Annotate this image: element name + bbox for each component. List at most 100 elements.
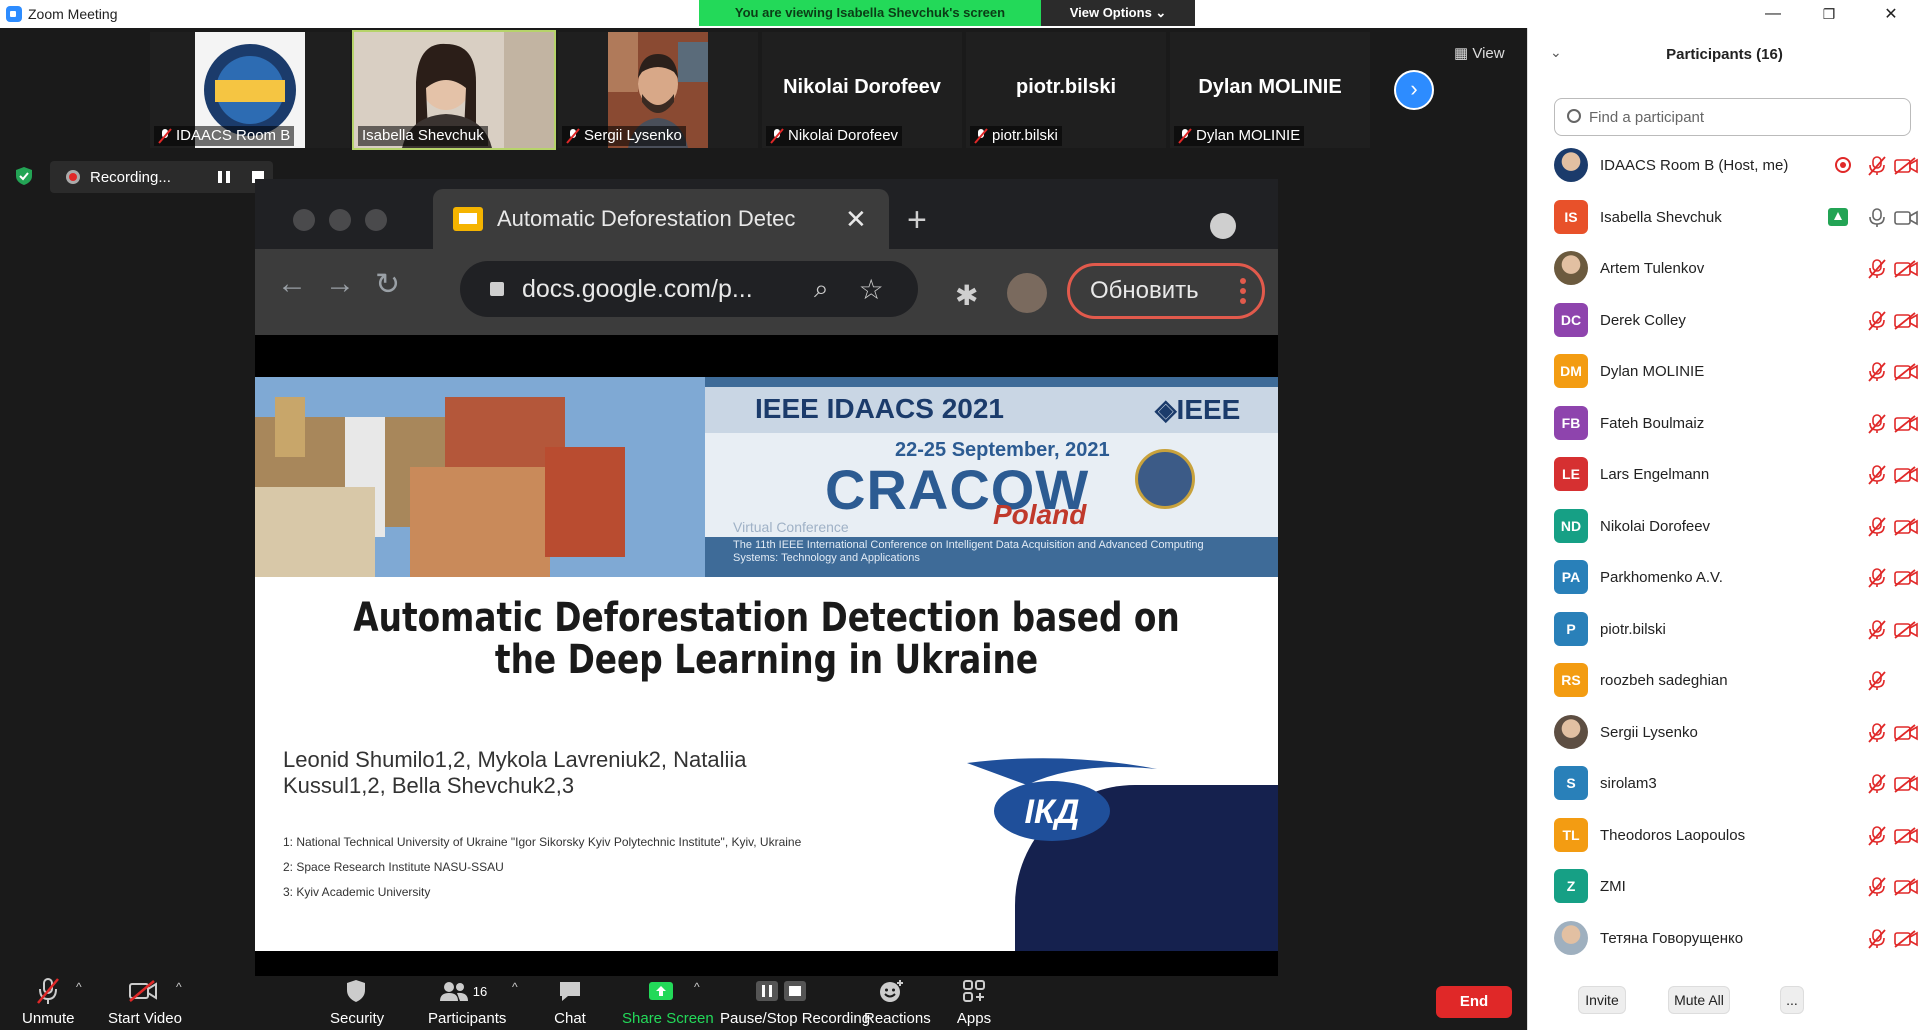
mic-icon [1869,207,1885,227]
virtual-label: Virtual Conference [733,519,849,535]
avatar: FB [1554,405,1588,440]
avatar: S [1554,766,1588,800]
close-button[interactable]: ✕ [1868,0,1914,28]
muted-mic-icon [1868,619,1886,640]
participants-caret-icon[interactable]: ^ [512,980,518,994]
avatar: DC [1554,302,1588,337]
avatar: TL [1554,817,1588,852]
recording-label: Recording... [90,168,171,186]
url-text: docs.google.com/p... [522,274,753,303]
maximize-button[interactable]: ❐ [1806,0,1852,28]
participant-row[interactable]: LE Lars Engelmann [1528,449,1920,501]
minimize-button[interactable]: — [1750,0,1796,28]
participants-button[interactable]: 16 Participants [428,976,506,1027]
video-thumbnail[interactable]: Isabella Shevchuk [352,30,556,150]
view-options-button[interactable]: View Options ⌄ [1041,0,1195,26]
slide-title: Automatic Deforestation Detection based … [353,595,1180,683]
security-button[interactable]: Security [330,976,384,1027]
participant-row[interactable]: RS roozbeh sadeghian [1528,655,1920,707]
invite-button[interactable]: Invite [1578,986,1626,1014]
participant-row[interactable]: TL Theodoros Laopoulos [1528,810,1920,862]
video-off-icon [1894,723,1918,742]
video-off-icon [1894,775,1918,793]
avatar: ND [1554,508,1588,543]
unmute-button[interactable]: Unmute [22,976,75,1027]
participant-row[interactable]: Ssirolam3 [1528,758,1920,810]
search-icon [1567,109,1581,123]
pause-recording-icon[interactable] [218,171,230,183]
participant-name: roozbeh sadeghian [1600,672,1728,690]
participant-row[interactable]: FB Fateh Boulmaiz [1528,398,1920,450]
participant-name: Тетяна Говорущенко [1600,929,1744,947]
idaacs-seal-icon [1135,449,1195,509]
pause-stop-recording-button[interactable]: Pause/Stop Recording [720,976,870,1027]
muted-mic-icon [770,128,784,144]
participant-row[interactable]: DM Dylan MOLINIE [1528,346,1920,398]
ieee-logo: ◈IEEE [1155,394,1241,425]
participant-row[interactable]: PA Parkhomenko A.V. [1528,552,1920,604]
lock-icon [490,282,504,296]
video-off-icon [1894,466,1918,484]
muted-mic-icon [37,978,59,1004]
participant-row[interactable]: DC Derek Colley [1528,295,1920,347]
participant-row[interactable]: IDAACS Room B (Host, me) [1528,140,1920,192]
participant-search-input[interactable]: Find a participant [1554,98,1911,136]
participant-name: Sergii Lysenko [1600,723,1698,741]
video-options-caret-icon[interactable]: ^ [176,980,182,994]
participant-row[interactable]: ND Nikolai Dorofeev [1528,501,1920,553]
video-thumbnail[interactable]: IDAACS Room B [150,32,350,148]
participant-row[interactable]: Ppiotr.bilski [1528,604,1920,656]
pause-stop-icon [756,981,806,1001]
participant-name: ZMI [1600,878,1626,896]
audio-options-caret-icon[interactable]: ^ [76,980,82,994]
video-thumbnail[interactable]: piotr.bilski piotr.bilski [966,32,1166,148]
apps-button[interactable]: Apps [956,976,992,1027]
affiliation: 2: Space Research Institute NASU-SSAU [283,860,504,874]
zoom-magnifier-icon: ⌕ [814,273,829,303]
participant-row[interactable]: IS Isabella Shevchuk [1528,192,1920,244]
video-off-icon [1894,414,1918,433]
participant-row[interactable]: Sergii Lysenko [1528,707,1920,759]
muted-mic-icon [1868,310,1886,331]
participant-row[interactable]: Artem Tulenkov [1528,243,1920,295]
video-thumbnail[interactable]: Dylan MOLINIE Dylan MOLINIE [1170,32,1370,148]
more-options-button[interactable]: ... [1780,986,1804,1014]
thumbnail-label: Isabella Shevchuk [358,126,488,146]
tab-search-icon [1210,213,1236,239]
muted-mic-icon [1868,465,1886,485]
muted-mic-icon [1868,825,1886,846]
muted-mic-icon [1868,362,1886,382]
video-off-icon [1894,569,1918,587]
bookmark-star-icon: ☆ [858,273,884,305]
muted-mic-icon [1868,877,1886,897]
share-screen-button[interactable]: Share Screen [622,976,714,1027]
share-options-caret-icon[interactable]: ^ [694,980,700,994]
ikd-logo-text: ІКД [1025,793,1080,831]
video-thumbnail[interactable]: Sergii Lysenko [558,32,758,148]
participants-count: 16 [472,983,488,999]
participant-name: Isabella Shevchuk [1600,208,1722,226]
participant-name: Fateh Boulmaiz [1600,414,1705,432]
participant-name: Lars Engelmann [1600,466,1710,484]
back-icon: ← [277,267,307,300]
mute-all-button[interactable]: Mute All [1668,986,1730,1014]
thumbnail-label: IDAACS Room B [154,126,295,146]
participant-row[interactable]: Тетяна Говорущенко [1528,913,1920,965]
participant-name-tile: piotr.bilski [1015,76,1117,98]
thumbnail-label: Nikolai Dorofeev [766,126,903,146]
ikd-logo: ІКД [967,758,1157,841]
view-button[interactable]: ▦ View [1454,44,1505,62]
grid-icon: ▦ [1454,45,1473,62]
video-off-icon [1894,311,1918,330]
next-page-arrow-icon[interactable]: › [1394,70,1434,110]
security-shield-icon[interactable] [14,166,34,186]
video-thumbnail[interactable]: Nikolai Dorofeev Nikolai Dorofeev [762,32,962,148]
start-video-button[interactable]: Start Video [108,976,182,1027]
reactions-button[interactable]: Reactions [864,976,931,1027]
viewing-message: You are viewing Isabella Shevchuk's scre… [699,0,1041,26]
participant-row[interactable]: Z ZMI [1528,861,1920,913]
participants-icon [439,982,468,1001]
end-meeting-button[interactable]: End [1436,986,1512,1018]
chat-button[interactable]: Chat [550,976,590,1027]
participant-name: Parkhomenko A.V. [1600,569,1723,587]
